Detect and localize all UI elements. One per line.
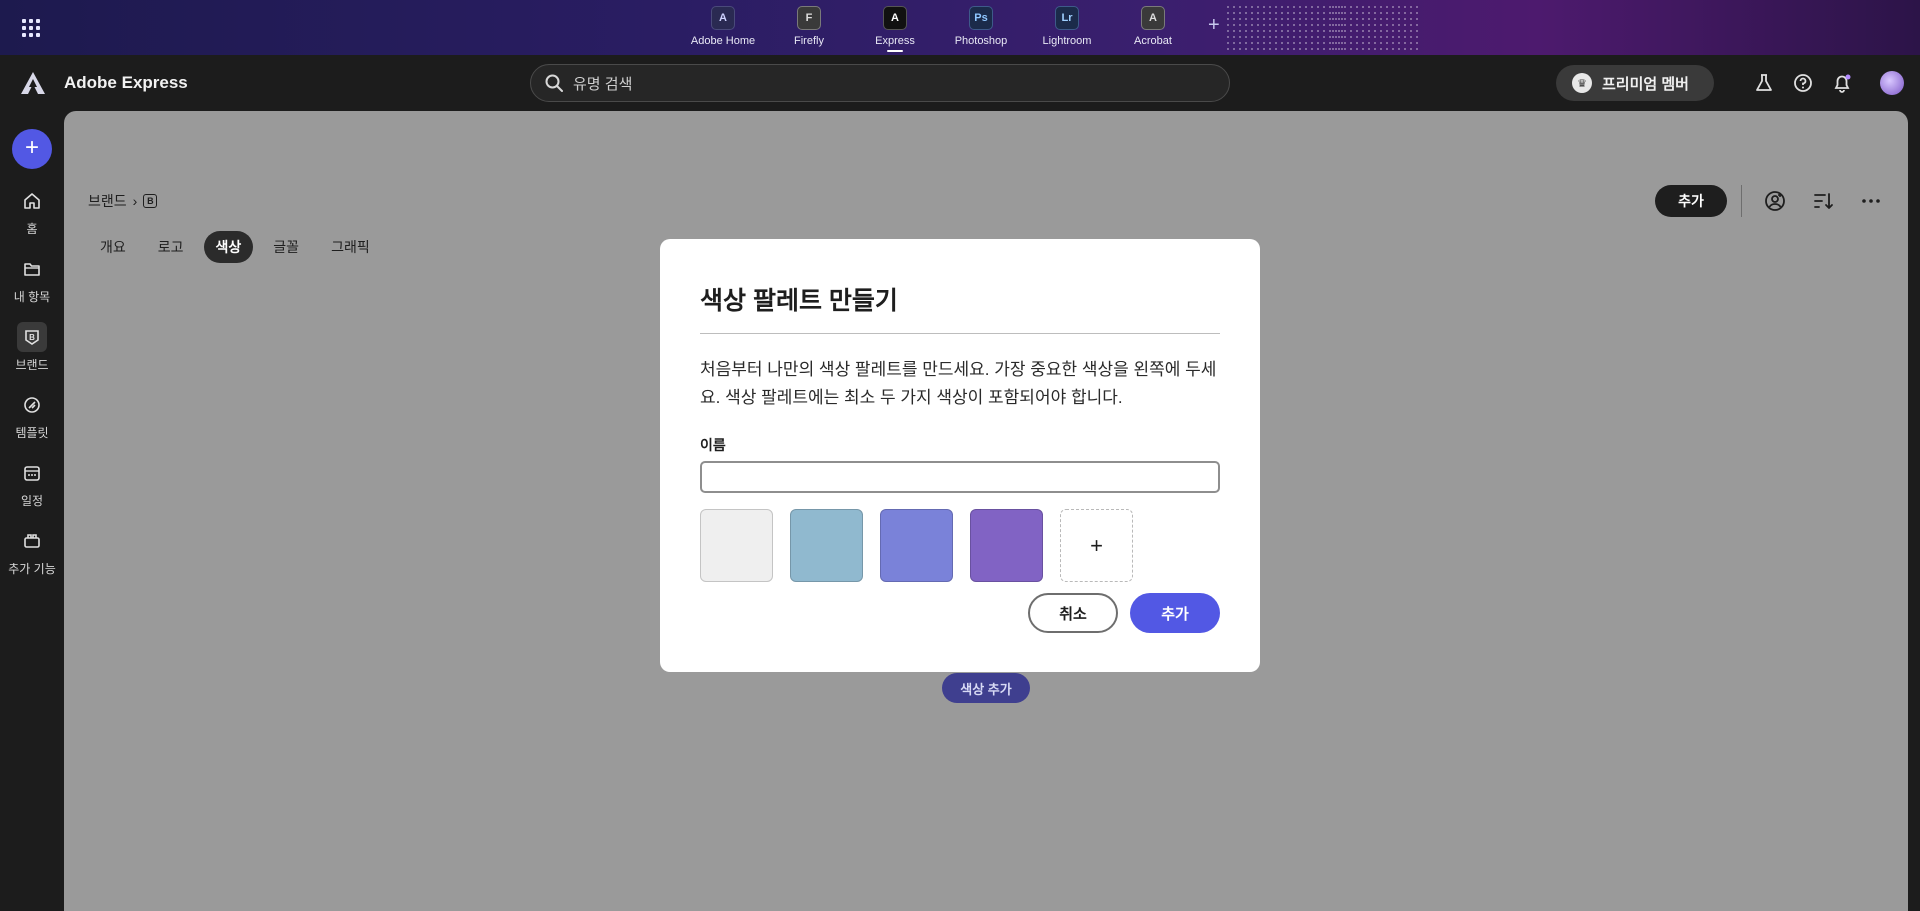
panel-actions: 추가 bbox=[1655, 184, 1908, 218]
add-app-icon[interactable]: + bbox=[1208, 14, 1220, 37]
create-new-button[interactable]: + bbox=[12, 129, 52, 169]
tab-graphics[interactable]: 그래픽 bbox=[319, 231, 382, 263]
share-user-icon[interactable] bbox=[1764, 190, 1786, 212]
rail-label: 홈 bbox=[26, 222, 38, 236]
dialog-divider bbox=[700, 333, 1220, 334]
add-swatch-button[interactable]: + bbox=[1060, 509, 1133, 582]
color-swatch[interactable] bbox=[790, 509, 863, 582]
app-express[interactable]: A Express bbox=[852, 6, 938, 52]
rail-label: 추가 기능 bbox=[8, 562, 56, 576]
brand-icon: B bbox=[17, 322, 47, 352]
tab-logos[interactable]: 로고 bbox=[146, 231, 196, 263]
app-label: Firefly bbox=[794, 35, 824, 47]
brand-tabs: 개요 로고 색상 글꼴 그래픽 bbox=[88, 231, 382, 263]
tab-fonts[interactable]: 글꼴 bbox=[261, 231, 311, 263]
app-label: Express bbox=[875, 35, 915, 52]
help-icon[interactable] bbox=[1793, 73, 1813, 93]
tab-overview[interactable]: 개요 bbox=[88, 231, 138, 263]
add-color-button[interactable]: 색상 추가 bbox=[942, 673, 1030, 703]
addons-icon bbox=[17, 526, 47, 556]
premium-label: 프리미엄 멤버 bbox=[1602, 75, 1689, 93]
name-field-label: 이름 bbox=[700, 437, 726, 453]
template-icon bbox=[17, 390, 47, 420]
rail-label: 일정 bbox=[20, 494, 44, 508]
cancel-button[interactable]: 취소 bbox=[1028, 593, 1118, 633]
adobe-a-icon: A bbox=[711, 6, 735, 30]
left-nav-rail: + 홈 내 항목 B 브랜드 템플릿 일정 추가 기능 bbox=[0, 111, 64, 911]
photoshop-icon: Ps bbox=[969, 6, 993, 30]
app-label: Lightroom bbox=[1042, 35, 1092, 47]
dialog-description: 처음부터 나만의 색상 팔레트를 만드세요. 가장 중요한 색상을 왼쪽에 두세… bbox=[700, 360, 1217, 407]
brand-badge-icon[interactable]: B bbox=[143, 194, 158, 208]
breadcrumb: 브랜드 › B bbox=[88, 191, 158, 211]
app-switcher-bar: A Adobe Home F Firefly A Express Ps Phot… bbox=[0, 0, 1920, 55]
labs-flask-icon[interactable] bbox=[1754, 73, 1774, 93]
svg-text:B: B bbox=[29, 333, 35, 342]
app-name: Adobe Express bbox=[64, 73, 188, 92]
lightroom-icon: Lr bbox=[1055, 6, 1079, 30]
decorative-pattern bbox=[1330, 4, 1420, 50]
app-header: Adobe Express 유명 검색 ♛ 프리미엄 멤버 bbox=[0, 55, 1920, 111]
confirm-add-button[interactable]: 추가 bbox=[1130, 593, 1220, 633]
dialog-title: 색상 팔레트 만들기 bbox=[700, 287, 898, 315]
app-photoshop[interactable]: Ps Photoshop bbox=[938, 6, 1024, 52]
color-swatch[interactable] bbox=[700, 509, 773, 582]
acrobat-icon: A bbox=[1141, 6, 1165, 30]
express-icon: A bbox=[883, 6, 907, 30]
rail-item-home[interactable]: 홈 bbox=[0, 186, 64, 237]
create-color-palette-dialog: 색상 팔레트 만들기 처음부터 나만의 색상 팔레트를 만드세요. 가장 중요한… bbox=[660, 239, 1260, 672]
color-swatch[interactable] bbox=[880, 509, 953, 582]
breadcrumb-brand-link[interactable]: 브랜드 bbox=[88, 191, 127, 211]
adobe-express-logo-icon[interactable] bbox=[20, 71, 46, 95]
rail-item-addons[interactable]: 추가 기능 bbox=[0, 526, 64, 577]
sort-icon[interactable] bbox=[1812, 190, 1834, 212]
home-icon bbox=[17, 186, 47, 216]
divider bbox=[1741, 185, 1742, 217]
tab-colors[interactable]: 색상 bbox=[203, 231, 254, 263]
rail-label: 내 항목 bbox=[13, 290, 51, 304]
app-acrobat[interactable]: A Acrobat bbox=[1110, 6, 1196, 52]
app-label: Acrobat bbox=[1134, 35, 1172, 47]
decorative-pattern bbox=[1225, 4, 1345, 50]
search-input[interactable]: 유명 검색 bbox=[530, 64, 1230, 102]
palette-name-input[interactable] bbox=[700, 461, 1220, 493]
more-options-icon[interactable] bbox=[1860, 190, 1882, 212]
app-adobe-home[interactable]: A Adobe Home bbox=[680, 6, 766, 52]
firefly-icon: F bbox=[797, 6, 821, 30]
folder-icon bbox=[17, 254, 47, 284]
crown-icon: ♛ bbox=[1572, 73, 1592, 93]
add-button[interactable]: 추가 bbox=[1655, 185, 1727, 217]
notification-bell-icon[interactable] bbox=[1832, 73, 1852, 93]
search-icon bbox=[545, 74, 563, 92]
rail-item-templates[interactable]: 템플릿 bbox=[0, 390, 64, 441]
color-swatch-list: + bbox=[700, 509, 1133, 582]
rail-label: 템플릿 bbox=[15, 426, 49, 440]
rail-item-schedule[interactable]: 일정 bbox=[0, 458, 64, 509]
app-list: A Adobe Home F Firefly A Express Ps Phot… bbox=[680, 6, 1196, 52]
breadcrumb-separator: › bbox=[132, 193, 138, 209]
app-label: Adobe Home bbox=[690, 35, 756, 47]
app-label: Photoshop bbox=[954, 35, 1008, 47]
rail-item-brand[interactable]: B 브랜드 bbox=[0, 322, 64, 373]
rail-label: 브랜드 bbox=[15, 358, 49, 372]
search-placeholder: 유명 검색 bbox=[573, 75, 633, 93]
rail-item-my-stuff[interactable]: 내 항목 bbox=[0, 254, 64, 305]
app-grid-icon[interactable] bbox=[22, 19, 40, 37]
app-lightroom[interactable]: Lr Lightroom bbox=[1024, 6, 1110, 52]
premium-member-button[interactable]: ♛ 프리미엄 멤버 bbox=[1556, 65, 1714, 101]
app-firefly[interactable]: F Firefly bbox=[766, 6, 852, 52]
user-avatar[interactable] bbox=[1880, 71, 1904, 95]
color-swatch[interactable] bbox=[970, 509, 1043, 582]
calendar-icon bbox=[17, 458, 47, 488]
